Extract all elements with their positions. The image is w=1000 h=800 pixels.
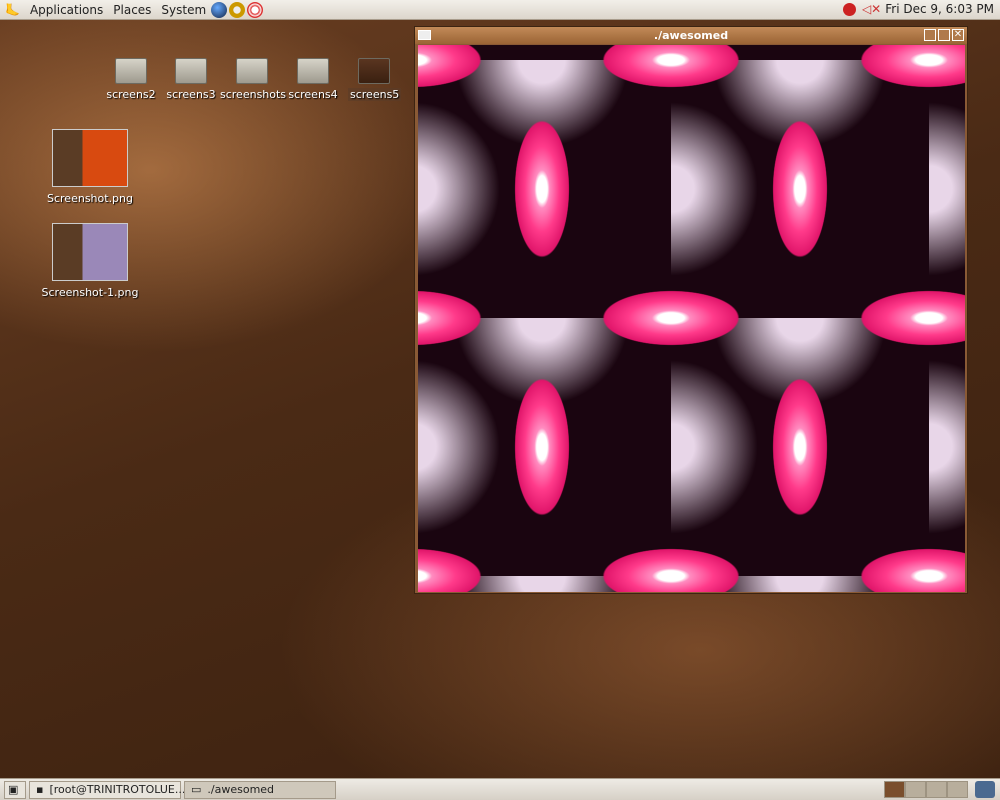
desktop-folder[interactable]: screens3 bbox=[165, 58, 217, 101]
icon-label: screenshots bbox=[220, 88, 287, 101]
folder-icon bbox=[115, 58, 147, 84]
image-thumbnail bbox=[52, 223, 128, 281]
icon-label: screens4 bbox=[288, 88, 338, 101]
minimize-button[interactable] bbox=[924, 29, 936, 41]
workspace-switcher[interactable] bbox=[884, 781, 968, 798]
menu-places[interactable]: Places bbox=[108, 3, 156, 17]
taskbar-item-awesomed[interactable]: ▭ ./awesomed bbox=[184, 780, 336, 799]
window-menu-icon[interactable] bbox=[418, 30, 431, 40]
task-label: ./awesomed bbox=[207, 783, 275, 796]
task-label: [root@TRINITROTOLUE... bbox=[49, 783, 186, 796]
folder-icon bbox=[297, 58, 329, 84]
icon-label: screens2 bbox=[106, 88, 156, 101]
icon-label: Screenshot.png bbox=[47, 192, 133, 205]
taskbar-item-terminal[interactable]: ▪ [root@TRINITROTOLUE... bbox=[29, 780, 185, 799]
image-thumbnail bbox=[52, 129, 128, 187]
gnome-foot-icon[interactable]: 🦶 bbox=[0, 3, 25, 17]
maximize-button[interactable] bbox=[938, 29, 950, 41]
show-desktop-button[interactable]: ▣ bbox=[4, 780, 26, 799]
desktop-folder[interactable]: screens4 bbox=[287, 58, 339, 101]
bottom-panel: ▣ ▪ [root@TRINITROTOLUE... ▭ ./awesomed bbox=[0, 778, 1000, 800]
menu-system[interactable]: System bbox=[156, 3, 211, 17]
folder-icon bbox=[175, 58, 207, 84]
desktop-folder[interactable]: screenshots bbox=[220, 58, 287, 101]
web-browser-icon[interactable] bbox=[211, 1, 228, 18]
workspace-4[interactable] bbox=[947, 781, 968, 798]
icon-label: screens3 bbox=[166, 88, 216, 101]
update-notifier-icon[interactable] bbox=[842, 2, 856, 16]
help-icon[interactable] bbox=[247, 1, 264, 18]
trash-icon[interactable] bbox=[975, 781, 995, 798]
workspace-1[interactable] bbox=[884, 781, 905, 798]
close-button[interactable]: ✕ bbox=[952, 29, 964, 41]
folder-icon bbox=[236, 58, 268, 84]
workspace-3[interactable] bbox=[926, 781, 947, 798]
awesomed-window: ./awesomed ✕ bbox=[414, 26, 968, 594]
fractal-canvas[interactable] bbox=[418, 45, 965, 592]
volume-muted-icon[interactable]: ◁✕ bbox=[862, 2, 881, 16]
desktop-folder[interactable]: screens5 bbox=[348, 58, 402, 101]
desktop-folder[interactable]: screens2 bbox=[105, 58, 157, 101]
window-icon: ▭ bbox=[191, 783, 202, 796]
title-bar[interactable]: ./awesomed ✕ bbox=[415, 27, 967, 44]
menu-applications[interactable]: Applications bbox=[25, 3, 108, 17]
icon-label: screens5 bbox=[348, 88, 402, 101]
workspace-2[interactable] bbox=[905, 781, 926, 798]
email-icon[interactable] bbox=[229, 1, 246, 18]
terminal-icon: ▪ bbox=[36, 783, 44, 796]
clock[interactable]: Fri Dec 9, 6:03 PM bbox=[885, 2, 994, 16]
desktop-file[interactable]: Screenshot-1.png bbox=[40, 223, 140, 299]
folder-icon bbox=[358, 58, 390, 84]
top-panel: 🦶 Applications Places System ◁✕ Fri Dec … bbox=[0, 0, 1000, 20]
desktop-file[interactable]: Screenshot.png bbox=[40, 129, 140, 205]
icon-label: Screenshot-1.png bbox=[41, 286, 139, 299]
window-title: ./awesomed bbox=[653, 29, 729, 42]
